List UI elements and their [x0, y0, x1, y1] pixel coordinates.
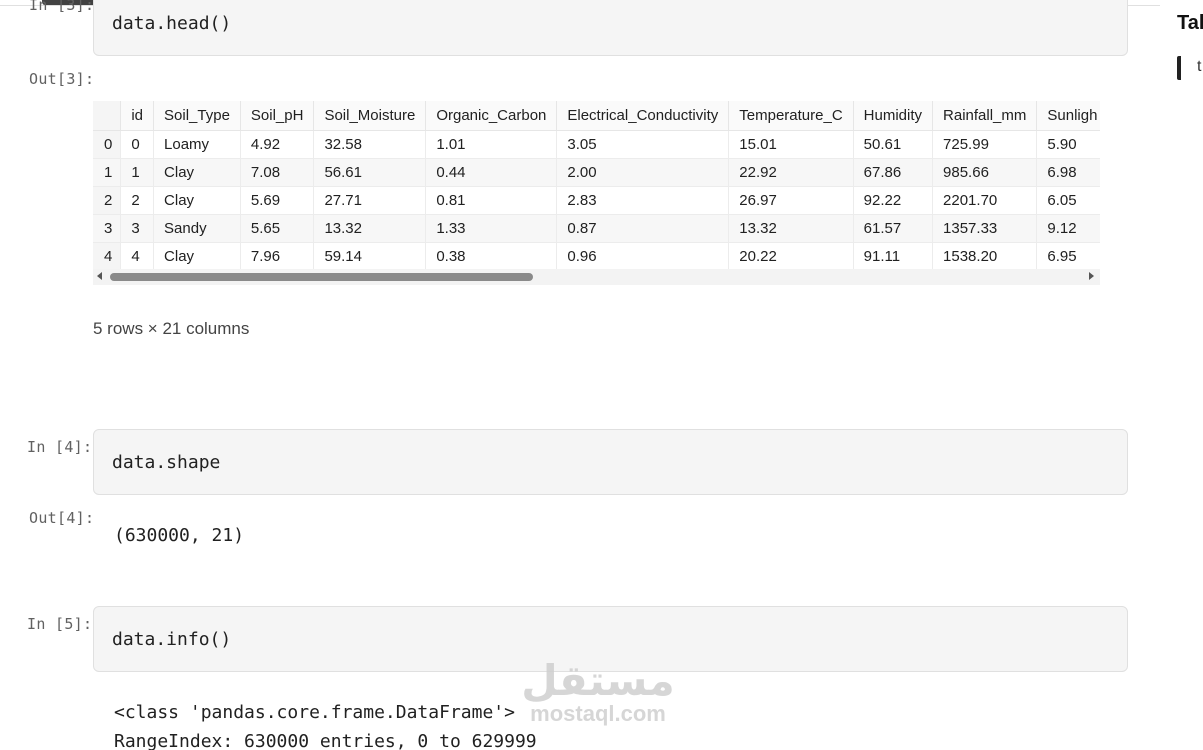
table-cell: 6.05 [1036, 186, 1100, 215]
table-cell: 13.32 [728, 214, 854, 243]
table-cell: 3 [120, 214, 154, 243]
table-cell: 5.69 [239, 186, 314, 215]
code-text: data.head() [112, 13, 232, 34]
scroll-left-arrow-icon[interactable] [97, 272, 102, 280]
sidebar-title: Tal [1177, 12, 1203, 34]
table-row: 0 0 Loamy 4.92 32.58 1.01 3.05 15.01 50.… [93, 130, 1100, 159]
column-header: Soil_Type [153, 101, 241, 131]
info-output-line: <class 'pandas.core.frame.DataFrame'> [114, 702, 515, 723]
table-cell: 0.96 [556, 242, 729, 271]
table-cell: 1.01 [425, 130, 557, 159]
table-cell: 5.90 [1036, 130, 1100, 159]
table-row: 2 2 Clay 5.69 27.71 0.81 2.83 26.97 92.2… [93, 186, 1100, 215]
shape-output: (630000, 21) [114, 525, 245, 546]
code-cell-4[interactable]: data.shape [93, 429, 1128, 495]
row-index: 3 [93, 214, 121, 243]
column-header: Electrical_Conductivity [556, 101, 729, 131]
table-cell: 5.65 [239, 214, 314, 243]
table-cell: 2.00 [556, 158, 729, 187]
table-cell: 1.33 [425, 214, 557, 243]
column-header: Rainfall_mm [932, 101, 1037, 131]
table-cell: Sandy [153, 214, 241, 243]
table-cell: 3.05 [556, 130, 729, 159]
table-cell: Loamy [153, 130, 241, 159]
scroll-right-arrow-icon[interactable] [1089, 272, 1094, 280]
table-cell: 0.81 [425, 186, 557, 215]
table-cell: 56.61 [313, 158, 426, 187]
row-index: 2 [93, 186, 121, 215]
table-cell: 32.58 [313, 130, 426, 159]
table-cell: 6.95 [1036, 242, 1100, 271]
in-prompt-3: In [3]: [29, 0, 95, 14]
column-header: Soil_Moisture [313, 101, 426, 131]
table-row: 3 3 Sandy 5.65 13.32 1.33 0.87 13.32 61.… [93, 214, 1100, 243]
table-cell: 22.92 [728, 158, 854, 187]
row-index: 4 [93, 242, 121, 271]
table-cell: 1357.33 [932, 214, 1037, 243]
table-cell: 2.83 [556, 186, 729, 215]
table-cell: Clay [153, 158, 241, 187]
table-cell: 15.01 [728, 130, 854, 159]
out-prompt-3: Out[3]: [29, 70, 95, 88]
table-cell: 1 [120, 158, 154, 187]
sidebar-item[interactable]: t [1177, 56, 1203, 80]
table-cell: Clay [153, 186, 241, 215]
column-header: Sunligh [1036, 101, 1100, 131]
column-header: Temperature_C [728, 101, 854, 131]
table-cell: 1538.20 [932, 242, 1037, 271]
dataframe-shape-caption: 5 rows × 21 columns [93, 319, 250, 338]
table-cell: 59.14 [313, 242, 426, 271]
horizontal-scrollbar[interactable] [93, 269, 1100, 285]
table-cell: 6.98 [1036, 158, 1100, 187]
table-header-row: id Soil_Type Soil_pH Soil_Moisture Organ… [93, 101, 1100, 131]
row-index: 0 [93, 130, 121, 159]
table-cell: 0.38 [425, 242, 557, 271]
table-cell: 0.44 [425, 158, 557, 187]
table-cell: 725.99 [932, 130, 1037, 159]
table-cell: 2201.70 [932, 186, 1037, 215]
code-text: data.info() [112, 629, 232, 650]
table-cell: 4.92 [239, 130, 314, 159]
table-cell: 7.08 [239, 158, 314, 187]
code-cell-3[interactable]: data.head() [93, 0, 1128, 56]
table-cell: Clay [153, 242, 241, 271]
in-prompt-5: In [5]: [27, 615, 93, 633]
in-prompt-4: In [4]: [27, 438, 93, 456]
table-cell: 4 [120, 242, 154, 271]
table-cell: 61.57 [852, 214, 933, 243]
column-header: Organic_Carbon [425, 101, 557, 131]
table-cell: 0 [120, 130, 154, 159]
sidebar-item-label: t [1197, 58, 1202, 75]
table-cell: 985.66 [932, 158, 1037, 187]
watermark-logo: مستقل [521, 656, 675, 705]
table-row: 1 1 Clay 7.08 56.61 0.44 2.00 22.92 67.8… [93, 158, 1100, 187]
table-cell: 26.97 [728, 186, 854, 215]
table-cell: 67.86 [852, 158, 933, 187]
table-cell: 91.11 [852, 242, 933, 271]
table-cell: 13.32 [313, 214, 426, 243]
code-text: data.shape [112, 452, 221, 473]
table-cell: 27.71 [313, 186, 426, 215]
table-cell: 50.61 [852, 130, 933, 159]
column-header: id [120, 101, 154, 131]
table-cell: 0.87 [556, 214, 729, 243]
column-header: Soil_pH [239, 101, 314, 131]
column-header [93, 101, 121, 131]
table-cell: 92.22 [852, 186, 933, 215]
table-cell: 7.96 [239, 242, 314, 271]
out-prompt-4: Out[4]: [29, 509, 95, 527]
row-index: 1 [93, 158, 121, 187]
table-cell: 20.22 [728, 242, 854, 271]
dataframe-table: id Soil_Type Soil_pH Soil_Moisture Organ… [93, 101, 1100, 271]
dataframe-output[interactable]: id Soil_Type Soil_pH Soil_Moisture Organ… [93, 101, 1100, 285]
scrollbar-thumb[interactable] [110, 273, 533, 281]
info-output-line: RangeIndex: 630000 entries, 0 to 629999 [114, 731, 537, 750]
table-cell: 2 [120, 186, 154, 215]
table-cell: 9.12 [1036, 214, 1100, 243]
watermark-text: mostaql.com [530, 701, 666, 726]
watermark: مستقل mostaql.com [498, 660, 698, 726]
column-header: Humidity [852, 101, 933, 131]
table-row: 4 4 Clay 7.96 59.14 0.38 0.96 20.22 91.1… [93, 242, 1100, 271]
